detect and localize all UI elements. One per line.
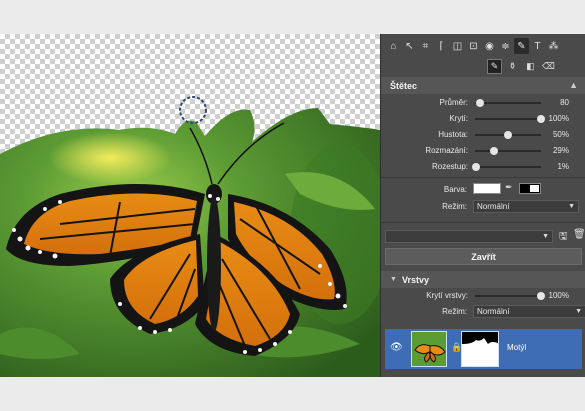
brush-slider[interactable]: Krytí: 100% bbox=[381, 112, 585, 127]
layer-item[interactable]: 👁 🔒 Motýl bbox=[385, 329, 582, 369]
slider-track[interactable] bbox=[475, 99, 541, 107]
save-icon[interactable]: 🖫 bbox=[559, 229, 568, 246]
slider-knob[interactable] bbox=[490, 147, 499, 155]
tools-panel: ⌂ ↖ ⌗ ⌈ ◫ ⊡ ◉ ≑ ✎ T ⁂ ✎ ⚱ ◧ ⌫ Štětec ▲ Průměr: 80 Krytí… bbox=[380, 34, 585, 377]
layer-opacity-value: 100% bbox=[548, 291, 569, 300]
layer-name: Motýl bbox=[507, 343, 527, 352]
butterfly-photo bbox=[0, 96, 380, 377]
bottom-bar bbox=[0, 377, 585, 411]
chevron-up-icon[interactable]: ▲ bbox=[569, 80, 578, 90]
slider-track[interactable] bbox=[475, 131, 541, 139]
text-box-icon[interactable]: ⊡ bbox=[466, 38, 481, 54]
slider-value: 29% bbox=[552, 146, 569, 155]
slider-label: Průměr: bbox=[439, 98, 468, 107]
slider-knob[interactable] bbox=[476, 99, 485, 107]
slider-track[interactable] bbox=[475, 292, 545, 300]
slider-value: 80 bbox=[560, 98, 569, 107]
brush-slider[interactable]: Rozestup: 1% bbox=[381, 160, 585, 175]
slider-label: Hustota: bbox=[438, 130, 468, 139]
chevron-down-icon: ▼ bbox=[568, 203, 575, 210]
crop-icon[interactable]: ⌗ bbox=[418, 38, 433, 54]
slider-track[interactable] bbox=[475, 115, 545, 123]
text-icon[interactable]: T bbox=[530, 38, 545, 54]
brush-mode-value: Normální bbox=[477, 202, 510, 211]
trash-icon[interactable]: 🗑 bbox=[573, 229, 585, 240]
layer-mode-select[interactable]: Normální ▼ bbox=[473, 305, 585, 318]
chevron-down-icon: ▼ bbox=[575, 308, 582, 315]
brush-slider[interactable]: Rozmazání: 29% bbox=[381, 144, 585, 159]
close-button[interactable]: Zavřít bbox=[385, 248, 582, 265]
chevron-down-icon: ▼ bbox=[542, 233, 549, 240]
slider-value: 50% bbox=[552, 130, 569, 139]
brush-icon[interactable]: ✎ bbox=[514, 38, 529, 54]
fg-bg-color-toggle[interactable] bbox=[519, 183, 541, 194]
adjust-icon[interactable]: ⁂ bbox=[546, 38, 561, 54]
color-swatch[interactable] bbox=[473, 183, 501, 194]
layers-section-title: Vrstvy bbox=[401, 274, 429, 285]
brush-section-title: Štětec bbox=[390, 80, 418, 91]
preset-select[interactable]: ▼ bbox=[385, 230, 553, 243]
brush-slider[interactable]: Průměr: 80 bbox=[381, 96, 585, 111]
layers-section-header[interactable]: ▼ Vrstvy bbox=[381, 271, 585, 288]
layer-mode-label: Režim: bbox=[442, 307, 467, 316]
straighten-icon[interactable]: ⌈ bbox=[434, 38, 449, 54]
brush-section-header[interactable]: Štětec ▲ bbox=[381, 77, 585, 94]
layer-opacity-label: Krytí vrstvy: bbox=[426, 291, 468, 300]
slider-knob[interactable] bbox=[537, 292, 545, 300]
top-bar bbox=[0, 0, 585, 34]
eyedropper-icon[interactable]: ✒ bbox=[505, 182, 513, 193]
slider-label: Rozmazání: bbox=[425, 146, 468, 155]
slider-track[interactable] bbox=[475, 147, 541, 155]
divider bbox=[381, 222, 585, 223]
slider-knob[interactable] bbox=[537, 115, 545, 123]
layer-mask-thumbnail[interactable] bbox=[461, 331, 499, 367]
brush-mode-select[interactable]: Normální ▼ bbox=[473, 200, 579, 213]
brush-slider[interactable]: Hustota: 50% bbox=[381, 128, 585, 143]
slider-value: 1% bbox=[557, 162, 569, 171]
layer-mode-value: Normální bbox=[477, 307, 510, 316]
levels-icon[interactable]: ≑ bbox=[498, 38, 513, 54]
slider-value: 100% bbox=[548, 114, 569, 123]
bucket-icon[interactable]: ⚱ bbox=[505, 59, 520, 74]
top-toolbar: ⌂ ↖ ⌗ ⌈ ◫ ⊡ ◉ ≑ ✎ T ⁂ bbox=[381, 34, 585, 58]
perspective-icon[interactable]: ◫ bbox=[450, 38, 465, 54]
layer-thumbnail bbox=[411, 331, 447, 367]
layer-opacity-slider[interactable]: Krytí vrstvy: 100% bbox=[381, 289, 585, 304]
chevron-down-icon[interactable]: ▼ bbox=[390, 276, 397, 283]
mode-label: Režim: bbox=[442, 202, 467, 211]
eraser-icon[interactable]: ⌫ bbox=[541, 59, 556, 74]
eye-icon[interactable]: 👁 bbox=[390, 342, 403, 353]
gradient-icon[interactable]: ◧ bbox=[523, 59, 538, 74]
divider bbox=[381, 177, 585, 178]
slider-knob[interactable] bbox=[504, 131, 512, 139]
slider-label: Rozestup: bbox=[431, 162, 468, 171]
background-color-swatch[interactable] bbox=[530, 185, 539, 192]
eye-icon[interactable]: ◉ bbox=[482, 38, 497, 54]
brush-subtools: ✎ ⚱ ◧ ⌫ bbox=[487, 59, 556, 76]
slider-label: Krytí: bbox=[449, 114, 468, 123]
pointer-icon[interactable]: ↖ bbox=[402, 38, 417, 54]
home-icon[interactable]: ⌂ bbox=[386, 38, 401, 54]
slider-knob[interactable] bbox=[471, 163, 480, 171]
image-canvas[interactable] bbox=[0, 34, 380, 377]
slider-track[interactable] bbox=[471, 163, 541, 171]
color-label: Barva: bbox=[443, 185, 467, 194]
brush-icon[interactable]: ✎ bbox=[487, 59, 502, 74]
